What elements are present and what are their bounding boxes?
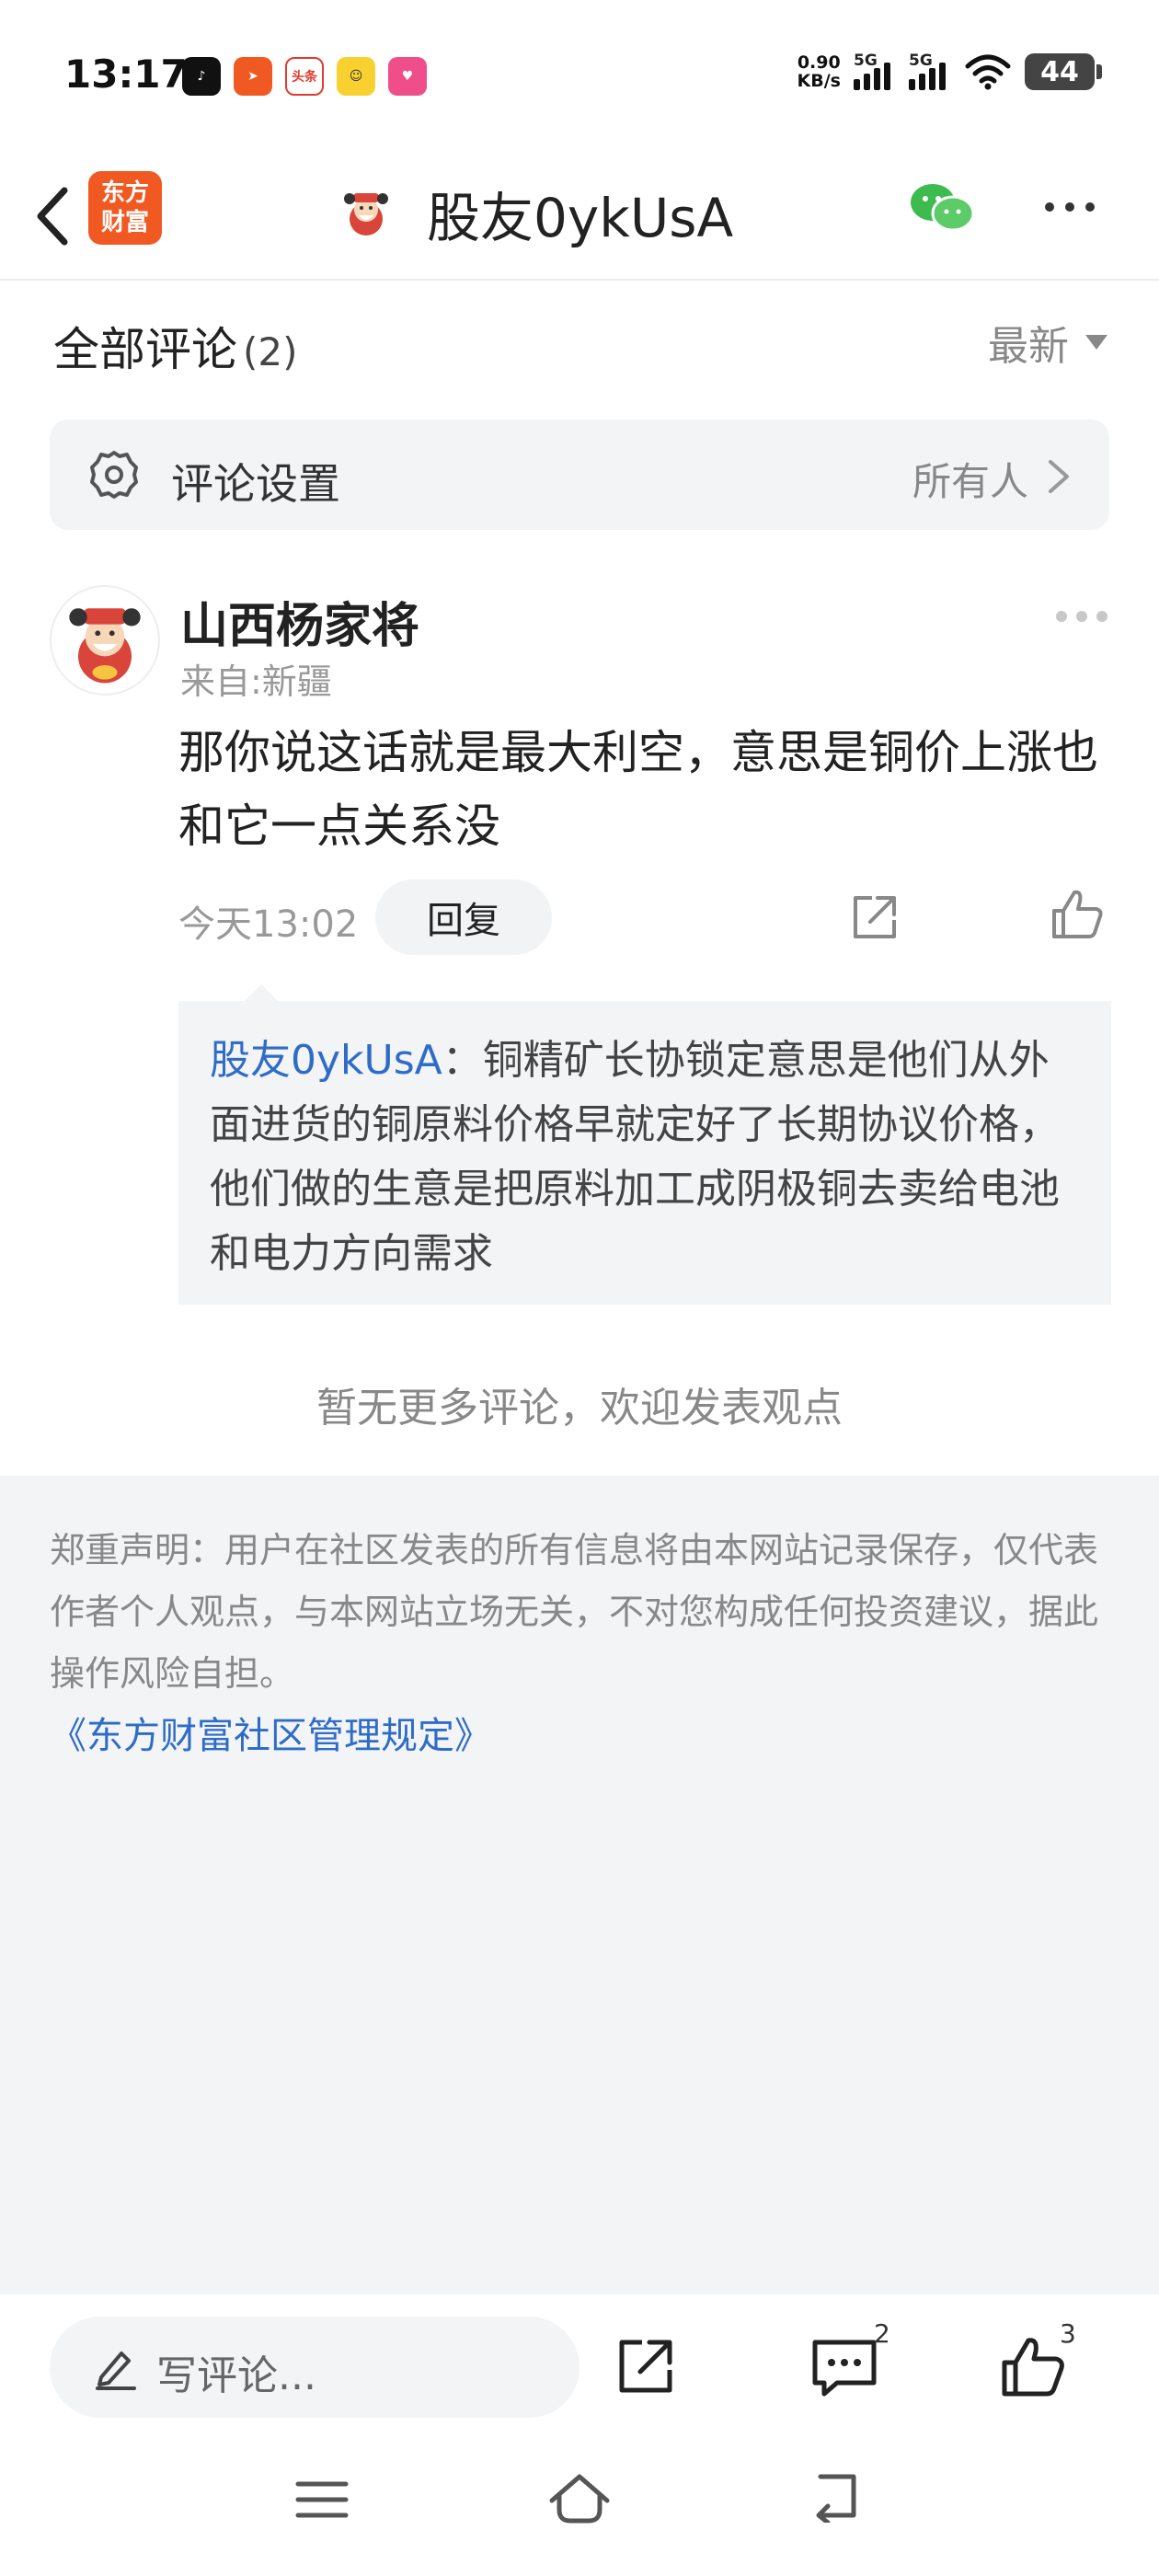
comments-count: (2) [243, 329, 298, 374]
thumbs-up-icon[interactable] [1049, 885, 1107, 944]
douyin-icon: ♪ [182, 57, 221, 96]
fortune-god-avatar-icon [69, 608, 141, 684]
fortune-god-avatar-icon [344, 193, 388, 236]
status-time: 13:17 [64, 52, 188, 97]
comment-icon[interactable] [809, 2335, 879, 2401]
gear-icon [90, 451, 138, 499]
bottom-action-bar: 写评论... 2 3 [0, 2294, 1159, 2423]
share-icon[interactable] [846, 889, 903, 946]
system-navigation-bar [0, 2429, 1159, 2576]
like-count-badge: 3 [1060, 2318, 1076, 2349]
status-bar: 13:17 ♪ ➤ 头条 ☺ ♥ 0.90 KB/s 5G 5G 44 [0, 0, 1159, 147]
back-icon[interactable] [809, 2471, 865, 2523]
disclaimer-text: 郑重声明：用户在社区发表的所有信息将由本网站记录保存，仅代表作者个人观点，与本网… [50, 1530, 1099, 1694]
network-speed: 0.90 KB/s [797, 52, 841, 91]
chevron-right-icon [1049, 460, 1069, 493]
app-pink-icon: ♥ [388, 57, 427, 96]
app-yellow-icon: ☺ [337, 57, 375, 96]
community-rules-link[interactable]: 《东方财富社区管理规定》 [50, 1706, 491, 1759]
comments-header: 全部评论 (2) [53, 313, 298, 379]
sort-dropdown[interactable]: 最新 [988, 313, 1107, 372]
quoted-reply: 股友0ykUsA：铜精矿长协锁定意思是他们从外面进货的铜原料价格早就定好了长期协… [178, 984, 1111, 1305]
thumbs-up-icon[interactable] [999, 2331, 1069, 2401]
write-comment-placeholder: 写评论... [156, 2352, 316, 2399]
dropdown-triangle-icon [1085, 335, 1107, 350]
battery-icon: 44 [1025, 53, 1102, 90]
wechat-icon[interactable] [907, 178, 977, 237]
write-comment-input[interactable]: 写评论... [50, 2317, 580, 2418]
page-title: 股友0ykUsA [427, 187, 734, 249]
settings-value: 所有人 [912, 459, 1028, 504]
comment-author[interactable]: 山西杨家将 [180, 587, 419, 656]
status-app-icons: ♪ ➤ 头条 ☺ ♥ [182, 57, 427, 96]
comment-settings-row[interactable]: 评论设置 所有人 [50, 420, 1109, 530]
comments-title: 全部评论 [53, 323, 237, 376]
menu-icon[interactable] [294, 2477, 350, 2523]
signal-icon: 5G [854, 52, 896, 90]
eastmoney-logo[interactable]: 东方 财富 [88, 171, 162, 245]
toutiao-icon: 头条 [285, 57, 324, 96]
disclaimer-section: 郑重声明：用户在社区发表的所有信息将由本网站记录保存，仅代表作者个人观点，与本网… [0, 1476, 1159, 2294]
comment-more-icon[interactable] [1056, 611, 1107, 622]
top-nav-bar: 东方 财富 股友0ykUsA [0, 147, 1159, 281]
comment-time: 今天13:02 [178, 903, 359, 946]
title-area: 股友0ykUsA [337, 175, 733, 252]
back-arrow-icon[interactable] [26, 179, 81, 253]
share-icon[interactable] [613, 2333, 679, 2399]
no-more-comments: 暂无更多评论，欢迎发表观点 [316, 1385, 843, 1432]
comment-count-badge: 2 [874, 2318, 890, 2349]
reply-button[interactable]: 回复 [375, 880, 552, 955]
wifi-icon [965, 54, 1011, 90]
signal-icon: 5G [909, 52, 951, 90]
pencil-icon [96, 2352, 136, 2390]
comment-text: 那你说这话就是最大利空，意思是铜价上涨也和它一点关系没 [178, 726, 1098, 853]
sort-label: 最新 [988, 323, 1069, 370]
avatar[interactable] [50, 585, 160, 696]
quoted-user-link[interactable]: 股友0ykUsA [210, 1037, 442, 1084]
status-indicators: 0.90 KB/s 5G 5G 44 [797, 52, 1102, 91]
comment-location: 来自:新疆 [180, 661, 332, 702]
settings-label: 评论设置 [171, 459, 340, 509]
home-icon[interactable] [546, 2469, 613, 2528]
app-orange-icon: ➤ [234, 57, 272, 96]
more-options-icon[interactable] [1045, 202, 1095, 212]
